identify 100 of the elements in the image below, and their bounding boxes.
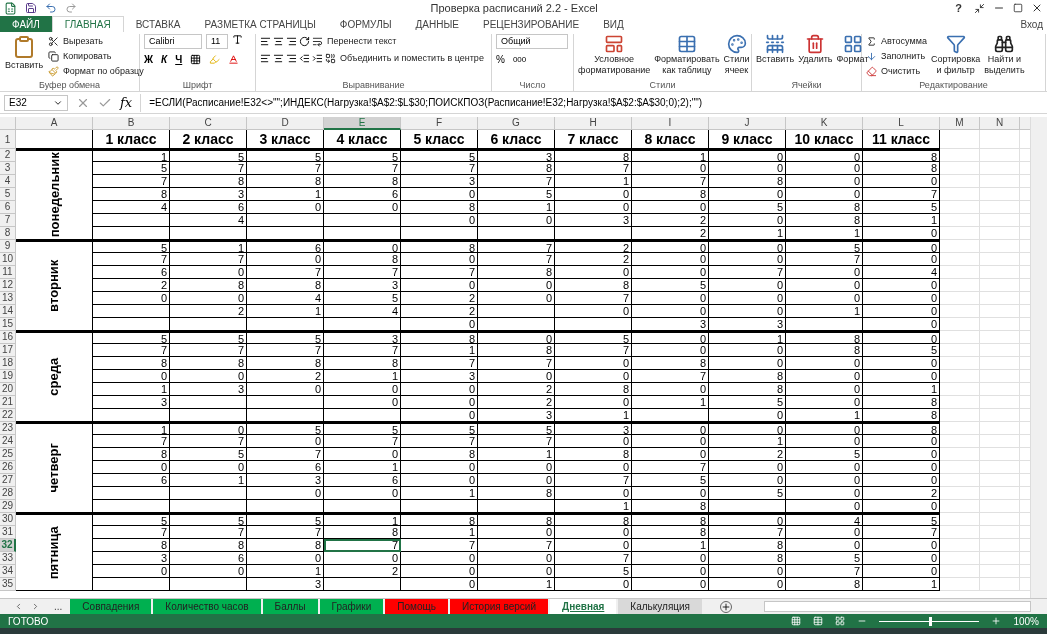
column-header[interactable]: I bbox=[632, 117, 709, 130]
row-header[interactable]: 3 bbox=[0, 162, 16, 175]
sign-in-link[interactable]: Вход bbox=[1016, 16, 1047, 32]
column-header[interactable]: G bbox=[478, 117, 555, 130]
italic-button[interactable]: К bbox=[161, 52, 168, 67]
copy-button[interactable]: Копировать bbox=[48, 49, 112, 63]
number-format-field[interactable]: Общий bbox=[496, 34, 568, 49]
formula-field[interactable]: =ЕСЛИ(Расписание!E32<>"";ИНДЕКС(Нагрузка!$A$2:$L$30;ПОИСКПОЗ(Расписание!E32;Нагрузка!$A$2:$A$30;0);2);"") bbox=[140, 93, 1043, 112]
row-header[interactable]: 17 bbox=[0, 344, 16, 357]
font-size-field[interactable]: 11 bbox=[206, 34, 228, 49]
autosum-button[interactable]: Автосумма bbox=[866, 34, 927, 48]
row-header[interactable]: 20 bbox=[0, 383, 16, 396]
row-header[interactable]: 11 bbox=[0, 266, 16, 279]
cut-button[interactable]: Вырезать bbox=[48, 34, 104, 48]
function-button[interactable]: fx bbox=[120, 92, 133, 113]
sheet-tab[interactable]: Калькуляция bbox=[618, 599, 703, 614]
bold-button[interactable]: Ж bbox=[144, 52, 154, 67]
paste-button[interactable]: Вставить bbox=[4, 34, 44, 79]
row-header[interactable]: 34 bbox=[0, 565, 16, 578]
zoom-percent[interactable]: 100% bbox=[1013, 613, 1039, 629]
vertical-scrollbar[interactable] bbox=[1030, 117, 1047, 598]
select-all-corner[interactable] bbox=[0, 117, 16, 130]
column-header[interactable]: D bbox=[247, 117, 324, 130]
zoom-slider[interactable] bbox=[879, 616, 980, 626]
row-header[interactable]: 6 bbox=[0, 201, 16, 214]
row-header[interactable]: 10 bbox=[0, 253, 16, 266]
column-header[interactable]: K bbox=[786, 117, 863, 130]
sheet-tab[interactable]: Баллы bbox=[262, 599, 318, 614]
column-header[interactable]: A bbox=[16, 117, 93, 130]
percent-button[interactable]: % bbox=[496, 52, 505, 67]
format-painter-button[interactable]: Формат по образцу bbox=[48, 64, 144, 78]
editing-button[interactable]: Найти и выделить bbox=[984, 34, 1025, 79]
column-header[interactable]: M bbox=[940, 117, 980, 130]
row-header[interactable]: 14 bbox=[0, 305, 16, 318]
row-header[interactable]: 4 bbox=[0, 175, 16, 188]
row-header[interactable]: 18 bbox=[0, 357, 16, 370]
column-header[interactable]: L bbox=[863, 117, 940, 130]
sheet-tab[interactable]: Графики bbox=[319, 599, 384, 614]
row-header[interactable]: 2 bbox=[0, 149, 16, 162]
row-header[interactable]: 8 bbox=[0, 227, 16, 240]
column-header[interactable]: H bbox=[555, 117, 632, 130]
row-header[interactable]: 19 bbox=[0, 370, 16, 383]
merge-button[interactable]: Объединить и поместить в центре bbox=[325, 51, 484, 65]
row-header[interactable]: 23 bbox=[0, 422, 16, 435]
wrap-text-button[interactable]: Перенести текст bbox=[312, 34, 397, 48]
row-header[interactable]: 29 bbox=[0, 500, 16, 513]
underline-button[interactable]: Ч bbox=[175, 52, 183, 67]
column-header[interactable]: C bbox=[170, 117, 247, 130]
sheet-tab[interactable]: Совпадения bbox=[70, 599, 152, 614]
cells-button[interactable]: Вставить bbox=[756, 34, 795, 79]
row-header[interactable]: 30 bbox=[0, 513, 16, 526]
row-header[interactable]: 35 bbox=[0, 578, 16, 591]
row-header[interactable]: 22 bbox=[0, 409, 16, 422]
cells-button[interactable]: Формат bbox=[836, 34, 869, 79]
ribbon-tab[interactable]: ВИД bbox=[591, 16, 636, 32]
row-header[interactable]: 25 bbox=[0, 448, 16, 461]
row-header[interactable]: 27 bbox=[0, 474, 16, 487]
row-header[interactable]: 26 bbox=[0, 461, 16, 474]
column-header[interactable]: N bbox=[980, 117, 1020, 130]
row-header[interactable]: 5 bbox=[0, 188, 16, 201]
undo-icon[interactable] bbox=[45, 2, 57, 14]
row-header[interactable]: 9 bbox=[0, 240, 16, 253]
ribbon-tab[interactable]: ВСТАВКА bbox=[123, 16, 193, 32]
row-header[interactable]: 15 bbox=[0, 318, 16, 331]
horizontal-scrollbar[interactable] bbox=[764, 601, 1031, 612]
row-header[interactable]: 32 bbox=[0, 539, 16, 552]
sheet-tab[interactable]: Дневная bbox=[550, 599, 617, 614]
style-button[interactable]: Условное форматирование bbox=[578, 34, 651, 79]
redo-icon[interactable] bbox=[65, 2, 77, 14]
row-header[interactable]: 12 bbox=[0, 279, 16, 292]
name-box[interactable]: E32 bbox=[4, 94, 68, 111]
row-header[interactable]: 31 bbox=[0, 526, 16, 539]
editing-button[interactable]: Сортировка и фильтр bbox=[930, 34, 981, 79]
sheet-tab[interactable]: История версий bbox=[449, 599, 549, 614]
row-header[interactable]: 21 bbox=[0, 396, 16, 409]
ribbon-tab[interactable]: ФАЙЛ bbox=[0, 16, 52, 32]
row-header[interactable]: 7 bbox=[0, 214, 16, 227]
row-header[interactable]: 13 bbox=[0, 292, 16, 305]
ribbon-tab[interactable]: РЕЦЕНЗИРОВАНИЕ bbox=[471, 16, 592, 32]
column-header[interactable]: J bbox=[709, 117, 786, 130]
sheet-tab[interactable]: Помощь bbox=[385, 599, 448, 614]
clear-button[interactable]: Очистить bbox=[866, 64, 921, 78]
column-header[interactable]: F bbox=[401, 117, 478, 130]
ribbon-tab[interactable]: ДАННЫЕ bbox=[403, 16, 471, 32]
row-header[interactable]: 16 bbox=[0, 331, 16, 344]
thousands-button[interactable]: 000 bbox=[512, 53, 527, 66]
style-button[interactable]: Форматировать как таблицу bbox=[654, 34, 720, 79]
column-header[interactable]: B bbox=[93, 117, 170, 130]
cells-button[interactable]: Удалить bbox=[798, 34, 833, 79]
sheet-tab[interactable]: Количество часов bbox=[153, 599, 261, 614]
ribbon-tab[interactable]: ГЛАВНАЯ bbox=[51, 16, 124, 32]
row-header[interactable]: 1 bbox=[0, 130, 16, 149]
row-header[interactable]: 24 bbox=[0, 435, 16, 448]
column-header[interactable]: E bbox=[324, 117, 401, 130]
style-button[interactable]: Стили ячеек bbox=[723, 34, 750, 79]
save-icon[interactable] bbox=[25, 2, 37, 14]
row-header[interactable]: 28 bbox=[0, 487, 16, 500]
sheet-nav-button[interactable]: ... bbox=[46, 599, 71, 614]
ribbon-tab[interactable]: РАЗМЕТКА СТРАНИЦЫ bbox=[192, 16, 328, 32]
row-header[interactable]: 33 bbox=[0, 552, 16, 565]
